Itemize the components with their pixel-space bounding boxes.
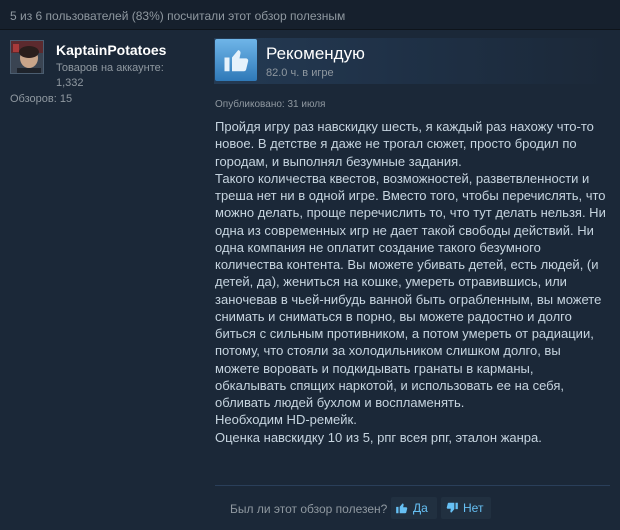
review-body: Пройдя игру раз навскидку шесть, я кажды… [215,118,607,446]
review-verdict[interactable]: Рекомендую [266,44,365,64]
avatar[interactable] [10,40,44,74]
thumbs-up-icon [395,501,409,515]
review-paragraph: Такого количества квестов, возможностей,… [215,170,606,410]
reviews-count[interactable]: Обзоров: 15 [10,93,72,105]
helpful-summary-text: 5 из 6 пользователей (83%) посчитали это… [10,9,346,23]
review-paragraph: Необходим HD-ремейк. [215,412,357,428]
review-paragraph: Оценка навскидку 10 из 5, рпг всея рпг, … [215,429,542,445]
products-label[interactable]: Товаров на аккаунте: [56,62,164,74]
divider [215,485,610,486]
posted-date: Опубликовано: 31 июля [215,99,326,110]
author-username[interactable]: KaptainPotatoes [56,42,166,58]
vote-no-label: Нет [463,501,484,515]
products-count[interactable]: 1,332 [56,77,84,89]
vote-yes-button[interactable]: Да [391,497,437,519]
thumbs-up-icon [215,39,257,81]
vote-header: Рекомендую 82.0 ч. в игре [214,38,612,84]
thumbs-down-icon [445,501,459,515]
vote-no-button[interactable]: Нет [441,497,491,519]
helpful-question: Был ли этот обзор полезен? [230,502,388,516]
helpful-summary-bar: 5 из 6 пользователей (83%) посчитали это… [0,0,620,30]
vote-yes-label: Да [413,501,428,515]
hours-played: 82.0 ч. в игре [266,67,334,79]
review-paragraph: Пройдя игру раз навскидку шесть, я кажды… [215,119,594,169]
